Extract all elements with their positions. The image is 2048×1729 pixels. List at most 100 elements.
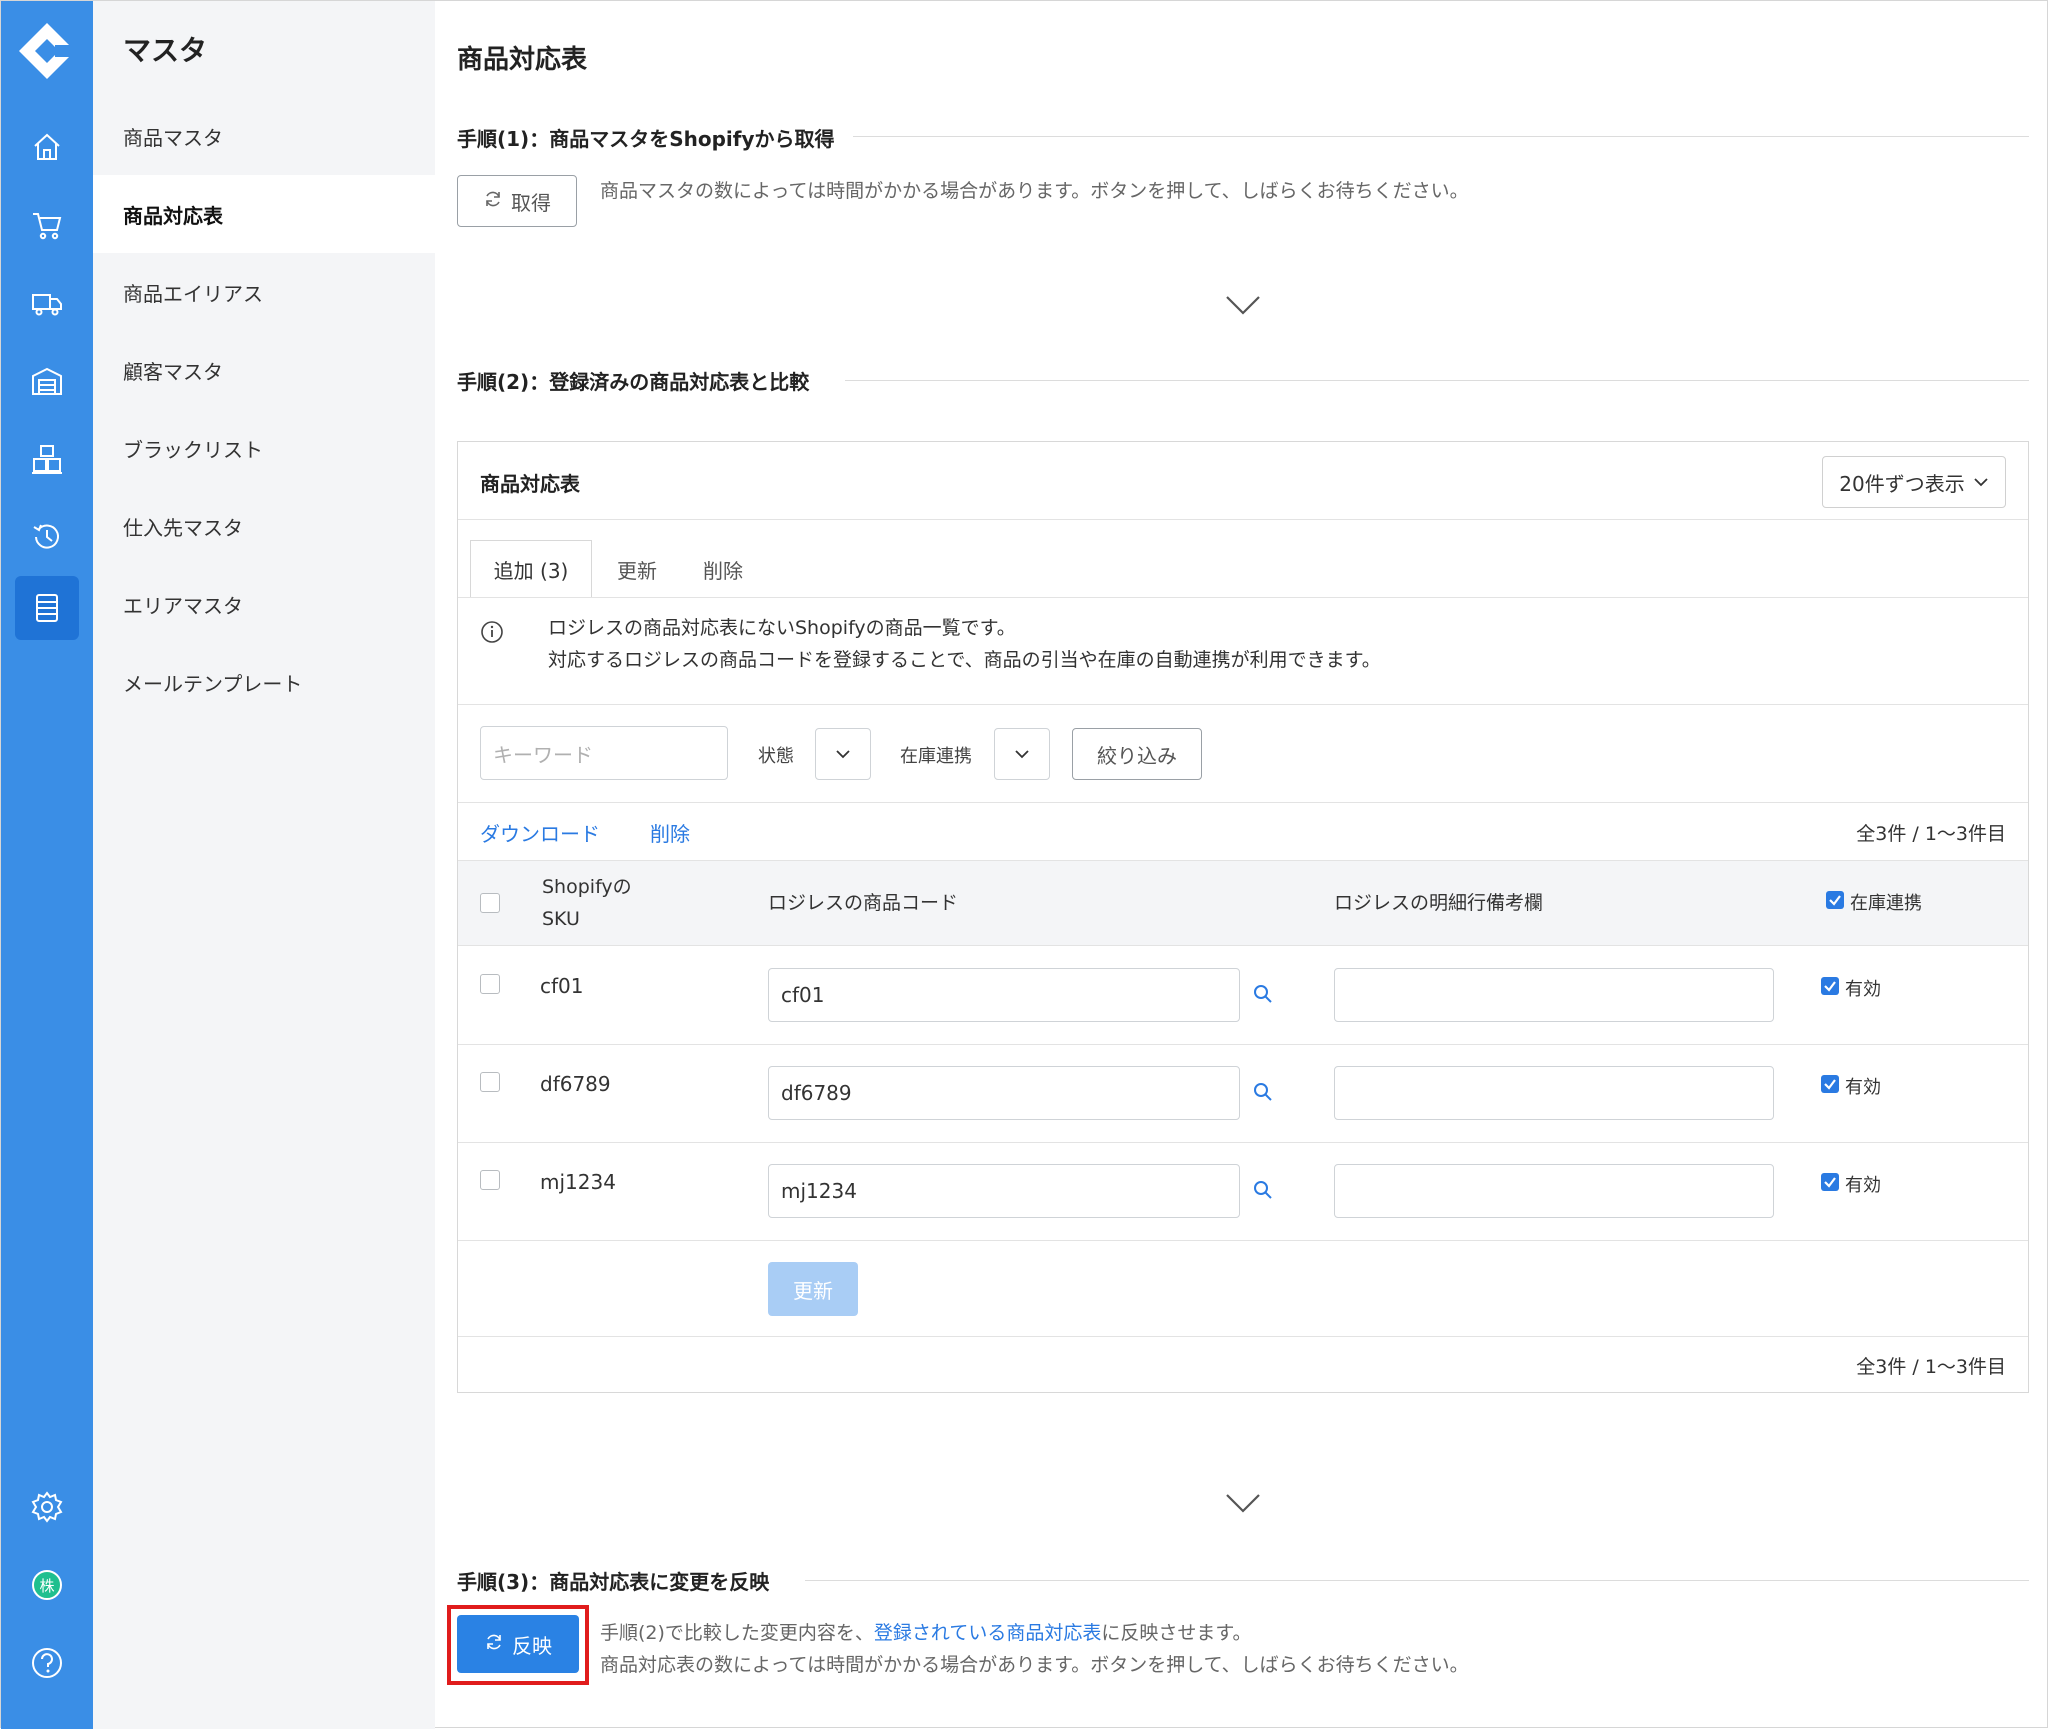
menu-title: マスタ	[123, 34, 208, 67]
tab-divider	[458, 597, 2028, 598]
filter-divider	[458, 802, 2028, 803]
step2-heading: 手順(2)：登録済みの商品対応表と比較	[457, 370, 810, 394]
row-divider	[458, 1044, 2028, 1045]
tab-update[interactable]: 更新	[592, 540, 682, 598]
step3-note: 手順(2)で比較した変更内容を、登録されている商品対応表に反映させます。 商品対…	[600, 1617, 1469, 1681]
delete-link[interactable]: 削除	[650, 818, 690, 847]
info-line-2: 対応するロジレスの商品コードを登録することで、商品の引当や在庫の自動連携が利用で…	[548, 649, 1381, 671]
avatar[interactable]: 株	[19, 1557, 75, 1613]
app-frame: 株 マスタ 商品マスタ 商品対応表 商品エイリアス 顧客マスタ ブラックリスト …	[0, 0, 2048, 1729]
info-line-1: ロジレスの商品対応表にないShopifyの商品一覧です。	[548, 617, 1016, 639]
menu-item-area-master[interactable]: エリアマスタ	[93, 565, 435, 643]
select-all-checkbox[interactable]	[480, 893, 500, 913]
cart-icon[interactable]	[19, 197, 75, 253]
home-icon[interactable]	[19, 119, 75, 175]
per-page-label: 20件ずつ表示	[1839, 471, 1965, 496]
search-icon[interactable]	[1252, 1081, 1274, 1103]
step1-heading: 手順(1)：商品マスタをShopifyから取得	[457, 127, 835, 151]
download-link[interactable]: ダウンロード	[480, 818, 600, 847]
mapping-panel: 商品対応表 20件ずつ表示 追加 (3) 更新 削除 ロジレスの商品対応表にない…	[457, 441, 2029, 1393]
warehouse-icon[interactable]	[19, 353, 75, 409]
stock-label-enabled: 有効	[1845, 1175, 1881, 1196]
refresh-icon	[483, 189, 503, 214]
step3-note-line2: 商品対応表の数によっては時間がかかる場合があります。ボタンを押して、しばらくお待…	[600, 1654, 1469, 1676]
count-bottom: 全3件 / 1〜3件目	[1856, 1356, 2006, 1378]
filter-button[interactable]: 絞り込み	[1072, 728, 1202, 780]
menu-item-supplier-master[interactable]: 仕入先マスタ	[93, 487, 435, 565]
col-sku: Shopifyの SKU	[542, 871, 632, 935]
stock-checkbox[interactable]	[1821, 1173, 1839, 1191]
code-input[interactable]: cf01	[768, 968, 1240, 1022]
tab-add[interactable]: 追加 (3)	[470, 540, 592, 598]
chevron-down-icon	[1226, 1494, 1260, 1513]
remark-input[interactable]	[1334, 1066, 1774, 1120]
col-sku-line1: Shopifyの	[542, 876, 632, 898]
step3-note-suffix: に反映させます。	[1101, 1622, 1252, 1644]
info-text: ロジレスの商品対応表にないShopifyの商品一覧です。 対応するロジレスの商品…	[548, 612, 1381, 676]
row-sku: cf01	[540, 974, 584, 998]
step3-divider	[805, 1580, 2029, 1581]
stock-label: 在庫連携	[900, 746, 972, 767]
row-sku: mj1234	[540, 1170, 616, 1194]
history-icon[interactable]	[19, 509, 75, 565]
remark-input[interactable]	[1334, 1164, 1774, 1218]
code-input[interactable]: mj1234	[768, 1164, 1240, 1218]
truck-icon[interactable]	[19, 275, 75, 331]
panel-divider	[458, 519, 2028, 520]
tab-delete[interactable]: 削除	[682, 540, 764, 598]
menu-item-customer-master[interactable]: 顧客マスタ	[93, 331, 435, 409]
keyword-input[interactable]: キーワード	[480, 726, 728, 780]
refresh-icon	[484, 1632, 504, 1657]
status-select[interactable]	[815, 728, 871, 780]
panel-title: 商品対応表	[480, 472, 580, 496]
search-icon[interactable]	[1252, 983, 1274, 1005]
remark-input[interactable]	[1334, 968, 1774, 1022]
chevron-down-icon	[1974, 478, 1988, 487]
chevron-down-icon	[1015, 750, 1029, 759]
chevron-down-icon	[836, 750, 850, 759]
col-code: ロジレスの商品コード	[768, 892, 959, 914]
registered-mapping-link[interactable]: 登録されている商品対応表	[874, 1622, 1101, 1644]
row-sku: df6789	[540, 1072, 611, 1096]
menu-item-blacklist[interactable]: ブラックリスト	[93, 409, 435, 487]
list-icon[interactable]	[15, 576, 79, 640]
page-title: 商品対応表	[457, 45, 588, 75]
stock-checkbox[interactable]	[1821, 977, 1839, 995]
help-icon[interactable]	[19, 1635, 75, 1691]
icon-rail: 株	[1, 1, 93, 1729]
menu-item-product-master[interactable]: 商品マスタ	[93, 97, 435, 175]
footer-divider	[458, 1336, 2028, 1337]
chevron-down-icon	[1226, 296, 1260, 315]
update-button[interactable]: 更新	[768, 1262, 858, 1316]
row-checkbox[interactable]	[480, 974, 500, 994]
stock-all-checkbox[interactable]	[1826, 891, 1844, 909]
menu-item-product-alias[interactable]: 商品エイリアス	[93, 253, 435, 331]
step3-note-line1: 手順(2)で比較した変更内容を、登録されている商品対応表に反映させます。	[600, 1617, 1469, 1649]
logo-icon[interactable]	[15, 19, 79, 83]
avatar-text: 株	[32, 1570, 62, 1600]
menu-item-mail-template[interactable]: メールテンプレート	[93, 643, 435, 721]
gear-icon[interactable]	[19, 1479, 75, 1535]
info-icon	[481, 621, 503, 643]
code-input[interactable]: df6789	[768, 1066, 1240, 1120]
apply-button[interactable]: 反映	[457, 1615, 579, 1673]
step2-divider	[845, 380, 2029, 381]
row-checkbox[interactable]	[480, 1170, 500, 1190]
col-sku-line2: SKU	[542, 908, 580, 930]
search-icon[interactable]	[1252, 1179, 1274, 1201]
boxes-icon[interactable]	[19, 431, 75, 487]
fetch-button[interactable]: 取得	[457, 175, 577, 227]
col-stock: 在庫連携	[1850, 893, 1922, 914]
info-divider	[458, 704, 2028, 705]
menu-item-product-mapping[interactable]: 商品対応表	[93, 175, 435, 253]
step1-divider	[853, 136, 2029, 137]
count-top: 全3件 / 1〜3件目	[1856, 823, 2006, 845]
main-content: 商品対応表 手順(1)：商品マスタをShopifyから取得 取得 商品マスタの数…	[435, 1, 2048, 1729]
step3-note-prefix: 手順(2)で比較した変更内容を、	[600, 1622, 874, 1644]
row-checkbox[interactable]	[480, 1072, 500, 1092]
table-header: Shopifyの SKU ロジレスの商品コード ロジレスの明細行備考欄 在庫連携	[458, 860, 2028, 946]
stock-select[interactable]	[994, 728, 1050, 780]
per-page-select[interactable]: 20件ずつ表示	[1822, 456, 2006, 508]
stock-label-enabled: 有効	[1845, 1077, 1881, 1098]
stock-checkbox[interactable]	[1821, 1075, 1839, 1093]
